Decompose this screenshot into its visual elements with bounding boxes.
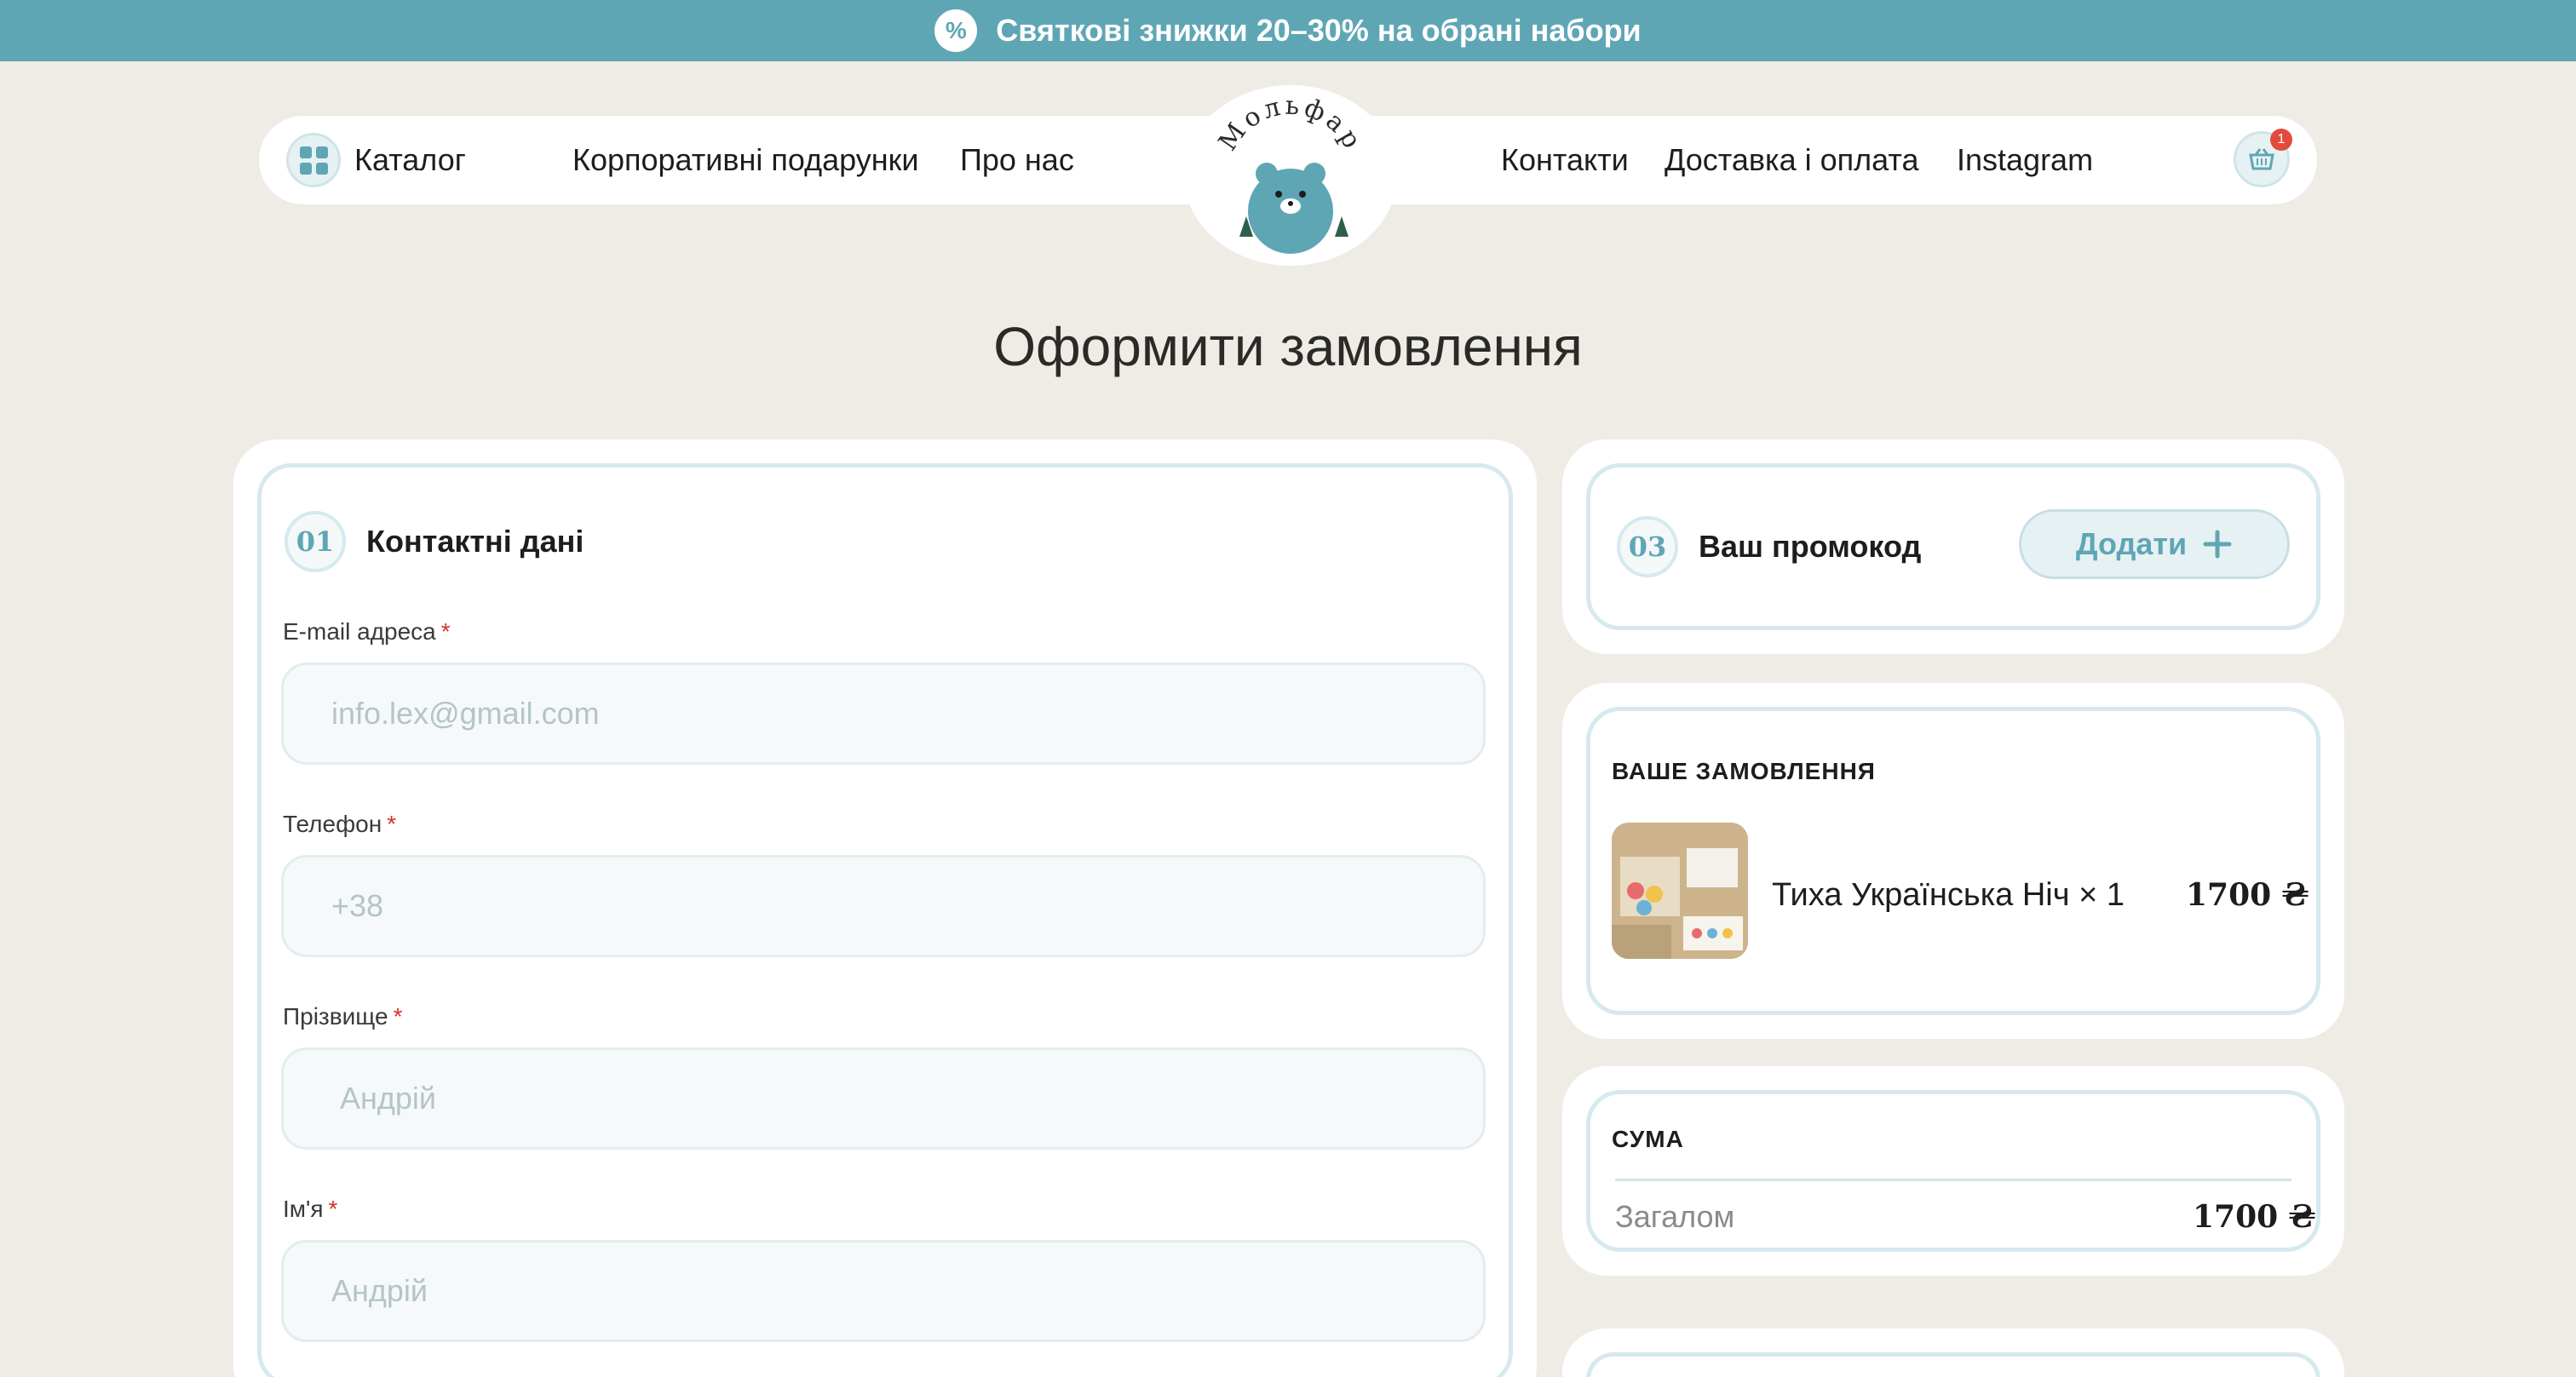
page-title: Оформити замовлення [993,316,1583,377]
grid-icon [286,133,341,187]
total-value: 1700 ₴ [2193,1199,2316,1235]
product-price: 1700 ₴ [2186,877,2309,913]
nav-catalog-button[interactable]: Каталог [286,116,466,204]
product-thumbnail[interactable] [1612,823,1748,959]
bear-logo-icon: Мольфар [1213,91,1368,254]
add-promo-button[interactable]: Додати [2019,509,2290,579]
svg-text:Мольфар: Мольфар [1213,91,1368,157]
promo-section-title: Ваш промокод [1699,529,1922,564]
promo-section-header: 03 Ваш промокод [1617,516,1921,577]
summary-card [1562,1066,2344,1276]
order-section-title: ВАШЕ ЗАМОВЛЕННЯ [1612,758,1876,784]
product-image [1612,823,1748,959]
nav-link-instagram[interactable]: Instagram [1957,116,2093,204]
contact-section-header: 01 Контактні дані [285,511,584,572]
contact-section-title: Контактні дані [366,524,584,559]
product-name[interactable]: Тиха Українська Ніч × 1 [1772,877,2125,914]
nav-catalog-label: Каталог [354,142,466,177]
brand-logo[interactable]: Мольфар [1184,85,1397,266]
surname-field[interactable] [281,1047,1486,1150]
cart-button[interactable]: 1 [2234,129,2292,187]
nav-link-contacts[interactable]: Контакти [1501,116,1629,204]
phone-label: Телефон * [283,811,397,837]
basket-icon [2249,148,2274,170]
first-name-field[interactable] [281,1240,1486,1342]
promo-text: Святкові знижки 20–30% на обрані набори [996,13,1642,48]
add-promo-label: Додати [2075,526,2188,561]
first-name-label: Ім'я * [283,1196,338,1222]
nav-link-about[interactable]: Про нас [960,116,1074,204]
total-label: Загалом [1615,1199,1735,1234]
nav-link-delivery[interactable]: Доставка і оплата [1665,116,1918,204]
logo-text: Мольфар [1213,91,1365,157]
summary-divider [1615,1179,2291,1181]
surname-label: Прізвище * [283,1003,403,1030]
plus-icon [2203,530,2232,559]
step-number: 03 [1617,516,1678,577]
cart-count-badge: 1 [2270,129,2292,151]
summary-section-title: СУМА [1612,1126,1684,1152]
next-section-card [1562,1328,2344,1377]
step-number: 01 [285,511,346,572]
percent-badge-icon: % [934,9,978,52]
next-section-card-border [1586,1352,2320,1377]
nav-link-corporate[interactable]: Корпоративні подарунки [572,116,919,204]
email-field[interactable] [281,663,1486,765]
phone-field[interactable] [281,855,1486,957]
promo-banner: % Святкові знижки 20–30% на обрані набор… [0,0,2576,61]
email-label: E-mail адреса * [283,618,451,645]
